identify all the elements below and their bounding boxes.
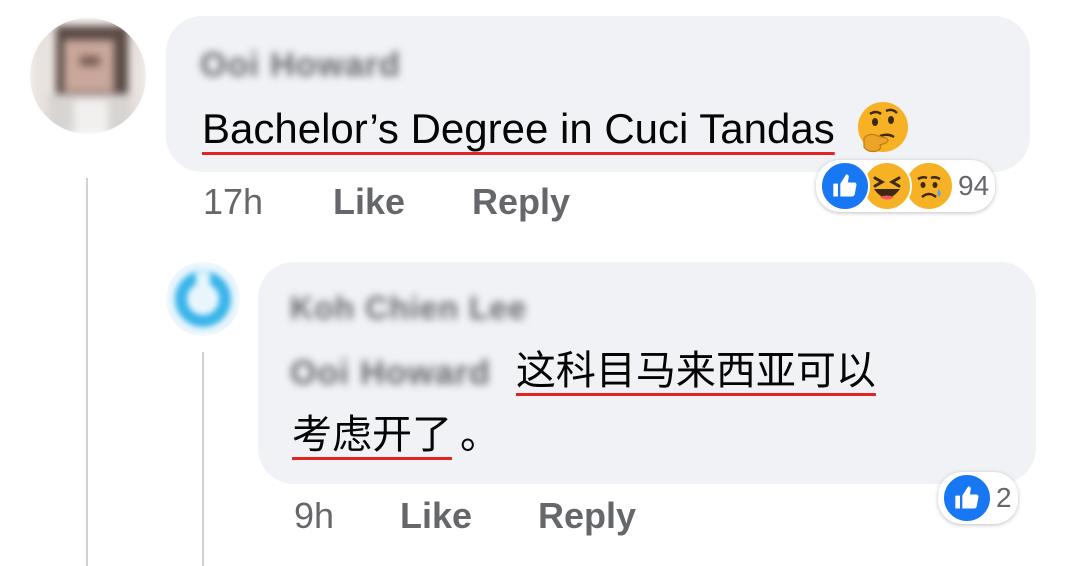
mention-tag[interactable]: Ooi Howard xyxy=(290,350,491,396)
comment-timestamp[interactable]: 17h xyxy=(203,181,263,222)
reply-body-line2: 考虑开了 xyxy=(292,413,452,457)
reaction-count: 94 xyxy=(958,170,990,201)
reaction-summary[interactable]: 94 xyxy=(816,160,996,212)
comment-actions: 17h xyxy=(203,180,263,224)
reply-avatar[interactable] xyxy=(166,262,240,336)
reply-body-line1: 这科目马来西亚可以 xyxy=(515,349,876,393)
like-icon xyxy=(942,473,992,523)
reply-reply-link[interactable]: Reply xyxy=(538,494,636,538)
thread-line-main xyxy=(86,178,88,566)
comment-author[interactable]: Ooi Howard xyxy=(200,46,401,85)
reply-reaction-summary[interactable]: 2 xyxy=(938,472,1018,524)
comment-text: Bachelor’s Degree in Cuci Tandas xyxy=(202,100,910,164)
reply-text-line2: 考虑开了。 xyxy=(292,412,500,458)
reply-timestamp[interactable]: 9h xyxy=(294,494,334,538)
reply-body-period: 。 xyxy=(460,413,500,457)
thread-line-reply xyxy=(202,352,204,566)
thinking-emoji xyxy=(856,100,910,164)
like-link[interactable]: Like xyxy=(333,180,405,224)
reply-text-line1: Ooi Howard 这科目马来西亚可以 xyxy=(290,348,876,396)
comment-bubble: Ooi Howard Bachelor’s Degree in Cuci Tan… xyxy=(166,16,1030,172)
avatar[interactable] xyxy=(30,18,146,134)
reply-link[interactable]: Reply xyxy=(472,180,570,224)
reply-like-link[interactable]: Like xyxy=(400,494,472,538)
reply-bubble: Koh Chien Lee Ooi Howard 这科目马来西亚可以 考虑开了。 xyxy=(258,262,1036,484)
comment-body: Bachelor’s Degree in Cuci Tandas xyxy=(202,105,835,153)
reply-reaction-count: 2 xyxy=(996,482,1012,513)
reply-author[interactable]: Koh Chien Lee xyxy=(290,290,527,327)
like-icon xyxy=(820,161,870,211)
